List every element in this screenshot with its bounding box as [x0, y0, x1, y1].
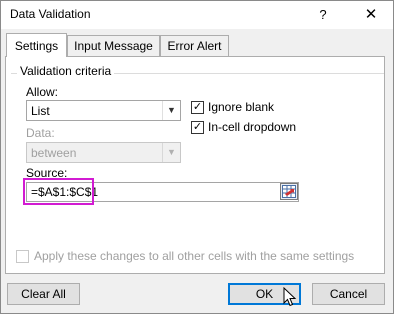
data-select[interactable]: between ▼	[26, 142, 181, 163]
allow-select[interactable]: List ▼	[26, 100, 181, 121]
chevron-down-icon[interactable]: ▼	[162, 101, 180, 120]
help-icon[interactable]: ?	[312, 4, 334, 26]
validation-criteria-label: Validation criteria	[17, 64, 115, 78]
in-cell-dropdown-label: In-cell dropdown	[208, 120, 297, 134]
tab-settings[interactable]: Settings	[6, 33, 67, 57]
data-value: between	[31, 146, 77, 160]
cancel-button[interactable]: Cancel	[312, 283, 385, 305]
title-bar: Data Validation ? ✕	[1, 1, 393, 29]
allow-label: Allow:	[26, 85, 59, 99]
apply-all-label: Apply these changes to all other cells w…	[34, 249, 355, 263]
mouse-cursor-icon	[283, 287, 297, 307]
dialog-title: Data Validation	[10, 7, 91, 21]
close-icon[interactable]: ✕	[359, 4, 383, 26]
ignore-blank-checkbox[interactable]: ✓	[191, 101, 204, 114]
tab-error-alert[interactable]: Error Alert	[160, 35, 229, 56]
clear-all-button[interactable]: Clear All	[7, 283, 80, 305]
allow-value: List	[31, 104, 50, 118]
chevron-down-icon[interactable]: ▼	[162, 143, 180, 162]
in-cell-dropdown-checkbox[interactable]: ✓	[191, 121, 204, 134]
ignore-blank-label: Ignore blank	[208, 100, 275, 114]
source-highlight-box	[23, 178, 94, 205]
data-label: Data:	[26, 126, 55, 140]
tab-input-message[interactable]: Input Message	[67, 35, 160, 56]
range-selector-icon[interactable]	[280, 183, 298, 200]
apply-all-checkbox[interactable]	[16, 250, 29, 263]
